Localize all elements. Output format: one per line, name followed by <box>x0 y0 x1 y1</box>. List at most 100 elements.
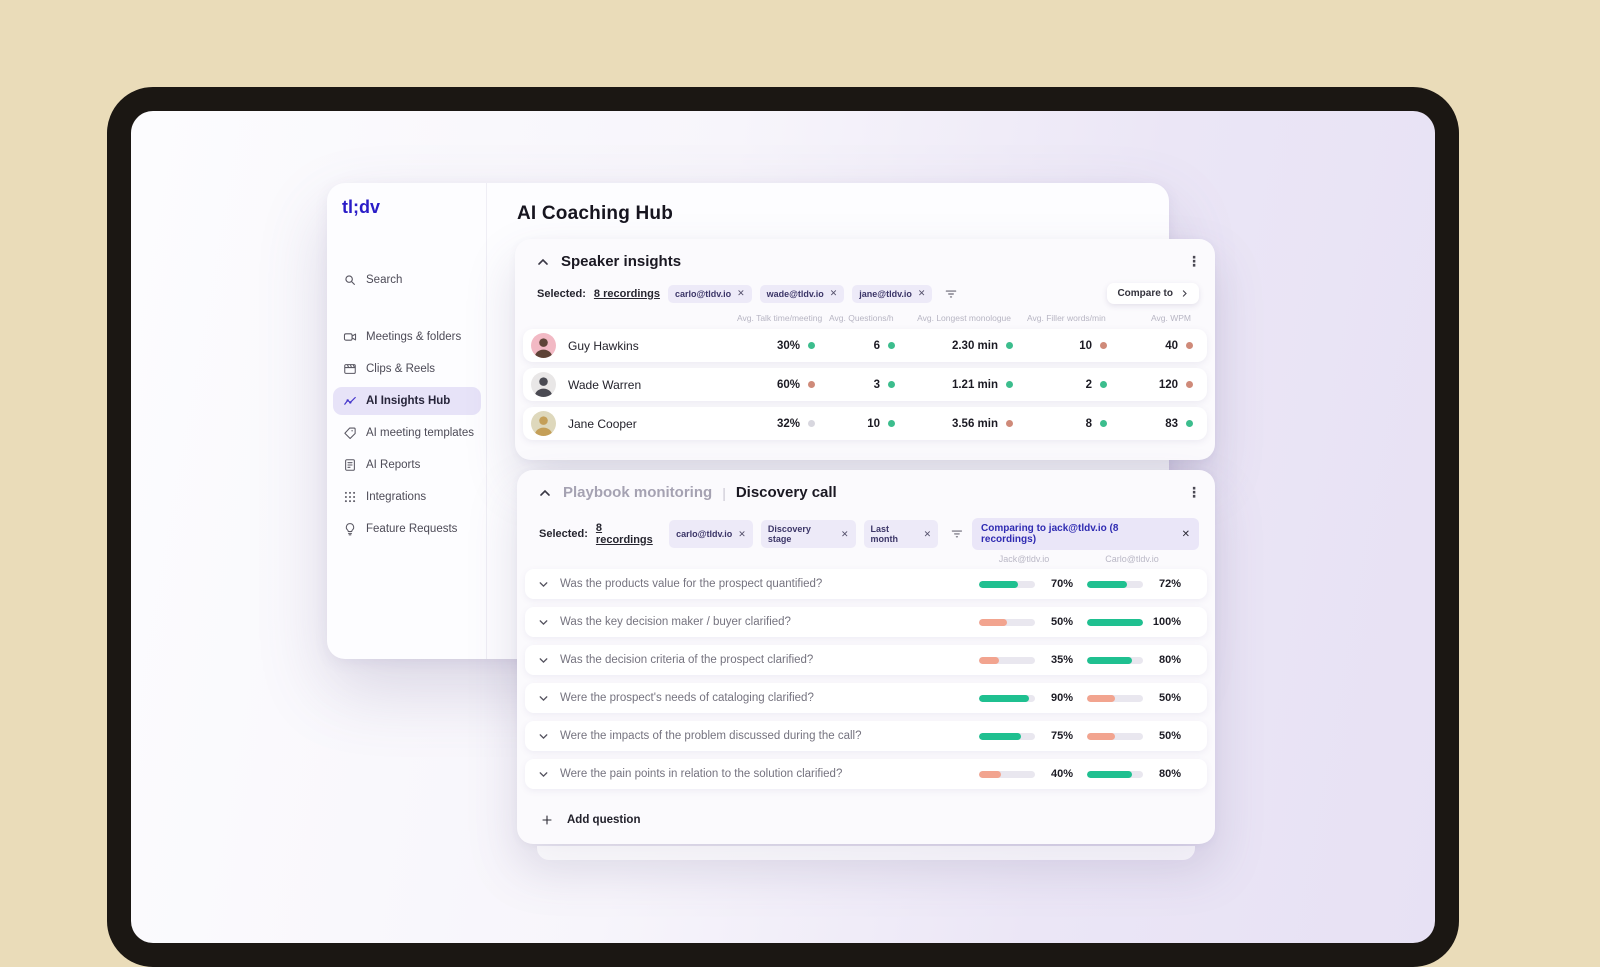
metric-value: 32% <box>776 417 800 430</box>
table-row[interactable]: Jane Cooper 32% 10 3.56 min 8 83 <box>523 407 1207 440</box>
sidebar-item-label: AI Insights Hub <box>366 395 451 407</box>
progress-track <box>1087 694 1143 702</box>
status-dot-green <box>808 342 815 349</box>
question-text: Were the prospect's needs of cataloging … <box>560 692 814 704</box>
filter-chip[interactable]: jane@tldv.io ✕ <box>852 284 933 303</box>
progress-track <box>979 618 1035 626</box>
progress-percent: 75% <box>1050 730 1073 742</box>
question-row[interactable]: Were the prospect's needs of cataloging … <box>525 683 1207 713</box>
sidebar-item-ai-reports[interactable]: AI Reports <box>333 451 481 479</box>
question-row[interactable]: Was the decision criteria of the prospec… <box>525 645 1207 675</box>
kebab-menu-icon[interactable]: ⋮ <box>1187 485 1201 499</box>
comparing-chip[interactable]: Comparing to jack@tldv.io (8 recordings)… <box>972 518 1199 550</box>
status-dot-red <box>1186 342 1193 349</box>
table-row[interactable]: Guy Hawkins 30% 6 2.30 min 10 40 <box>523 329 1207 362</box>
table-row[interactable]: Wade Warren 60% 3 1.21 min 2 120 <box>523 368 1207 401</box>
progress-group-jack: 90% <box>979 692 1073 704</box>
close-icon[interactable]: ✕ <box>918 289 926 298</box>
status-dot-green <box>1006 342 1013 349</box>
chevron-down-icon[interactable] <box>537 768 550 781</box>
chart-line-icon <box>343 394 357 408</box>
grid-dots-icon <box>343 490 357 504</box>
metric-cell: 10 <box>1027 340 1121 352</box>
question-text: Were the impacts of the problem discusse… <box>560 730 862 742</box>
progress-track <box>979 732 1035 740</box>
sidebar-item-feature-requests[interactable]: Feature Requests <box>333 515 481 543</box>
sidebar-item-clips-reels[interactable]: Clips & Reels <box>333 355 481 383</box>
filter-icon[interactable] <box>950 527 964 541</box>
filter-chip-label: wade@tldv.io <box>766 288 824 299</box>
sidebar-search[interactable]: Search <box>333 267 479 293</box>
progress-fill <box>1087 770 1132 778</box>
chevron-down-icon[interactable] <box>537 730 550 743</box>
column-label-jack: Jack@tldv.io <box>998 554 1050 564</box>
playbook-chips: carlo@tldv.io ✕ Discovery stage ✕ Last month… <box>669 520 939 548</box>
progress-percent: 90% <box>1050 692 1073 704</box>
kebab-menu-icon[interactable]: ⋮ <box>1187 254 1201 268</box>
question-row[interactable]: Were the impacts of the problem discusse… <box>525 721 1207 751</box>
chevron-down-icon[interactable] <box>537 692 550 705</box>
filter-chip[interactable]: carlo@tldv.io ✕ <box>669 520 753 548</box>
progress-fill <box>1087 694 1115 702</box>
filter-chip-label: carlo@tldv.io <box>676 529 733 539</box>
close-icon[interactable]: ✕ <box>738 529 746 539</box>
collapse-chevron-up-icon[interactable] <box>537 485 553 501</box>
filter-chip-label: jane@tldv.io <box>859 288 912 299</box>
sidebar-item-ai-insights-hub[interactable]: AI Insights Hub <box>333 387 481 415</box>
close-icon[interactable]: ✕ <box>1182 529 1190 540</box>
speaker-insights-card: Speaker insights ⋮ Selected: 8 recording… <box>515 239 1215 460</box>
avatar <box>531 411 556 436</box>
close-icon[interactable]: ✕ <box>737 289 745 298</box>
metric-cell: 40 <box>1121 340 1207 352</box>
filter-chip[interactable]: Discovery stage ✕ <box>760 520 856 548</box>
progress-fill <box>1087 618 1143 626</box>
metric-value: 10 <box>867 417 880 430</box>
card-title-muted: Playbook monitoring <box>563 484 713 501</box>
metric-cell: 2 <box>1027 379 1121 391</box>
progress-percent: 50% <box>1158 730 1181 742</box>
question-row[interactable]: Was the key decision maker / buyer clari… <box>525 607 1207 637</box>
tldv-logo: tl;dv <box>342 197 380 217</box>
sidebar: tl;dv Search Meetings & folders Clips & R… <box>327 183 487 659</box>
filter-icon[interactable] <box>944 287 958 301</box>
question-row[interactable]: Were the pain points in relation to the … <box>525 759 1207 789</box>
card-title: Discovery call <box>735 484 837 501</box>
sidebar-item-ai-meeting-templates[interactable]: AI meeting templates <box>333 419 481 447</box>
progress-track <box>1087 732 1143 740</box>
collapse-chevron-up-icon[interactable] <box>535 254 551 270</box>
selected-count-link[interactable]: 8 recordings <box>596 522 661 546</box>
table-column-header: Avg. Filler words/min <box>1027 313 1106 323</box>
progress-group-carlo: 100% <box>1087 616 1181 628</box>
filter-chip-label: Last month <box>870 524 899 544</box>
question-row[interactable]: Was the products value for the prospect … <box>525 569 1207 599</box>
chevron-down-icon[interactable] <box>537 654 550 667</box>
playbook-card: Playbook monitoring | Discovery call ⋮ S… <box>517 470 1215 844</box>
filter-chip[interactable]: Last month ✕ <box>863 520 939 548</box>
chevron-down-icon[interactable] <box>537 616 550 629</box>
table-column-header: Avg. Longest monologue <box>917 313 1011 323</box>
selected-count-link[interactable]: 8 recordings <box>594 288 660 300</box>
speaker-filter-row: Selected: 8 recordings carlo@tldv.io ✕ wad… <box>537 283 1199 304</box>
close-icon[interactable]: ✕ <box>830 289 838 298</box>
progress-group-jack: 35% <box>979 654 1073 666</box>
add-question-button[interactable]: Add question <box>531 808 650 832</box>
metric-value: 3.56 min <box>951 417 998 430</box>
question-text: Was the key decision maker / buyer clari… <box>560 616 791 628</box>
close-icon[interactable]: ✕ <box>924 529 932 539</box>
compare-to-button[interactable]: Compare to <box>1107 283 1199 304</box>
progress-percent: 50% <box>1050 616 1073 628</box>
sidebar-item-label: AI Reports <box>366 459 421 471</box>
speaker-table-headers: Avg. Talk time/meeting Avg. Questions/h Av… <box>523 311 1207 325</box>
close-icon[interactable]: ✕ <box>841 529 849 539</box>
progress-fill <box>979 770 1002 778</box>
sidebar-item-integrations[interactable]: Integrations <box>333 483 481 511</box>
filter-chip[interactable]: wade@tldv.io ✕ <box>759 284 845 303</box>
chevron-down-icon[interactable] <box>537 578 550 591</box>
compare-to-label: Compare to <box>1117 288 1173 299</box>
sidebar-item-meetings-folders[interactable]: Meetings & folders <box>333 323 481 351</box>
status-dot-red <box>1186 381 1193 388</box>
status-dot-red <box>1006 420 1013 427</box>
sidebar-item-label: Meetings & folders <box>366 331 462 343</box>
progress-group-jack: 50% <box>979 616 1073 628</box>
filter-chip[interactable]: carlo@tldv.io ✕ <box>667 284 752 303</box>
